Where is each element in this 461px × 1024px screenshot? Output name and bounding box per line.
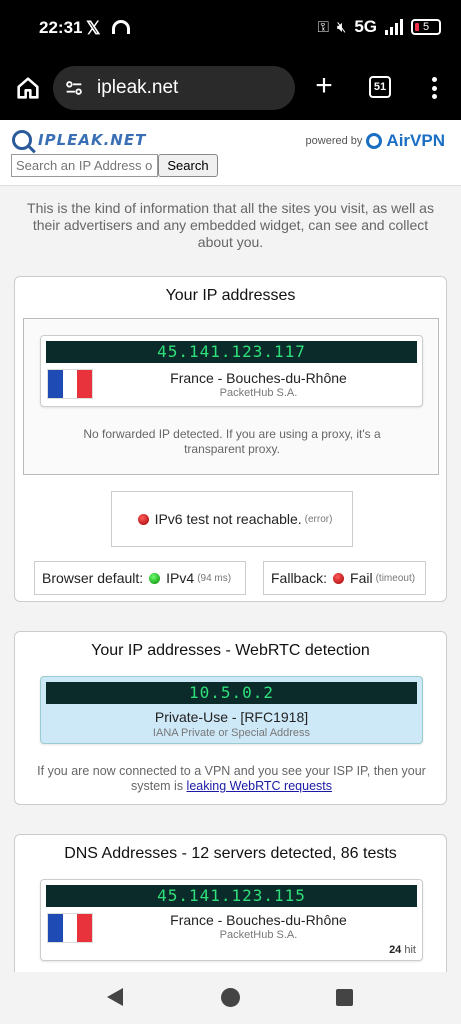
webrtc-note: If you are now connected to a VPN and yo… [27,764,436,794]
menu-icon[interactable] [424,73,444,103]
url-text[interactable]: ipleak.net [97,77,178,99]
browser-default-label: Browser default: [42,570,144,586]
plus-icon[interactable]: + [310,71,338,101]
webrtc-title: Your IP addresses - WebRTC detection [91,642,370,659]
webrtc-isp: IANA Private or Special Address [152,727,311,739]
key-icon: ⚿ [317,18,329,36]
dns-location: France - Bouches-du-Rhône [170,912,347,928]
dns-section: DNS Addresses - 12 servers detected, 86 … [14,834,447,972]
magnifier-icon [12,130,32,150]
status-bar: 22:31 𝕏 ⚿ 🔇︎ 5G 5 [0,0,461,56]
intro-text: This is the kind of information that all… [27,200,434,250]
x-icon: 𝕏 [86,18,101,38]
home-icon[interactable] [14,74,42,102]
ipv6-status-text: (error) [304,513,333,525]
app-icon [112,20,130,34]
dns-isp: PacketHub S.A. [219,929,298,941]
green-dot-icon [149,572,161,584]
dns-title: DNS Addresses - 12 servers detected, 86 … [64,845,397,862]
browser-default: Browser default: IPv4 (94 ms) [34,561,246,595]
webrtc-section: Your IP addresses - WebRTC detection 10.… [14,631,447,805]
search-input[interactable] [11,154,158,177]
red-dot-icon [137,513,149,525]
ipv6-label: IPv6 test not reachable. [154,511,302,527]
site-logo[interactable]: IPLEAK.NET [12,130,146,150]
browser-default-value: IPv4 [166,570,195,586]
airvpn-text: AirVPN [386,131,445,150]
browser-default-time: (94 ms) [197,572,232,584]
tab-count: 51 [373,81,387,93]
tune-icon[interactable] [63,77,85,99]
network-label: 5G [354,17,377,36]
site-header: IPLEAK.NET powered by AirVPN Search [0,120,461,186]
browser-toolbar: ipleak.net + 51 [0,56,461,120]
ip-location: France - Bouches-du-Rhône [170,370,347,386]
fallback-status: (timeout) [375,572,416,584]
webrtc-leak-link[interactable]: leaking WebRTC requests [187,779,332,793]
web-page: IPLEAK.NET powered by AirVPN Search This… [0,120,461,972]
back-icon[interactable] [107,988,123,1006]
flag-france-icon [47,369,93,399]
dns-ip-address[interactable]: 45.141.123.115 [46,885,417,907]
forward-note: No forwarded IP detected. If you are usi… [83,427,381,456]
webrtc-ip-card: 10.5.0.2 Private-Use - [RFC1918] IANA Pr… [40,676,423,744]
logo-text: IPLEAK.NET [38,131,147,149]
flag-france-icon [47,913,93,943]
home-nav-icon[interactable] [221,988,240,1007]
ip-section: Your IP addresses 45.141.123.117 France … [14,276,447,602]
battery-icon: 5 [411,19,441,35]
powered-by[interactable]: powered by AirVPN [306,131,445,151]
status-time: 22:31 [39,18,83,37]
fallback: Fallback: Fail (timeout) [263,561,426,595]
ip-isp: PacketHub S.A. [219,387,298,399]
ip-card: 45.141.123.117 France - Bouches-du-Rhône… [40,335,423,407]
search-button[interactable]: Search [158,154,218,177]
url-bar[interactable]: ipleak.net [53,66,295,110]
ip-address[interactable]: 45.141.123.117 [46,341,417,363]
battery-level: 5 [422,21,430,33]
signal-icon [385,19,403,35]
dns-hit-label: hit [404,944,416,956]
system-nav-bar [0,972,461,1024]
fallback-value: Fail [350,570,373,586]
dns-hits: 24 hit [389,944,416,956]
ip-section-title: Your IP addresses [165,287,296,304]
tabs-icon[interactable]: 51 [369,76,391,98]
mute-icon: 🔇︎ [336,18,347,36]
red-dot-icon [333,572,345,584]
powered-by-text: powered by [305,135,363,147]
fallback-label: Fallback: [271,570,328,586]
ip-inner-box: 45.141.123.117 France - Bouches-du-Rhône… [23,318,439,475]
webrtc-location: Private-Use - [RFC1918] [154,709,309,725]
dns-hit-count: 24 [389,944,402,956]
ipv6-status: IPv6 test not reachable. (error) [111,491,353,547]
recent-icon[interactable] [336,989,353,1006]
dns-ip-card: 45.141.123.115 France - Bouches-du-Rhône… [40,879,423,961]
webrtc-ip-address[interactable]: 10.5.0.2 [46,682,417,704]
airvpn-icon [366,133,383,149]
